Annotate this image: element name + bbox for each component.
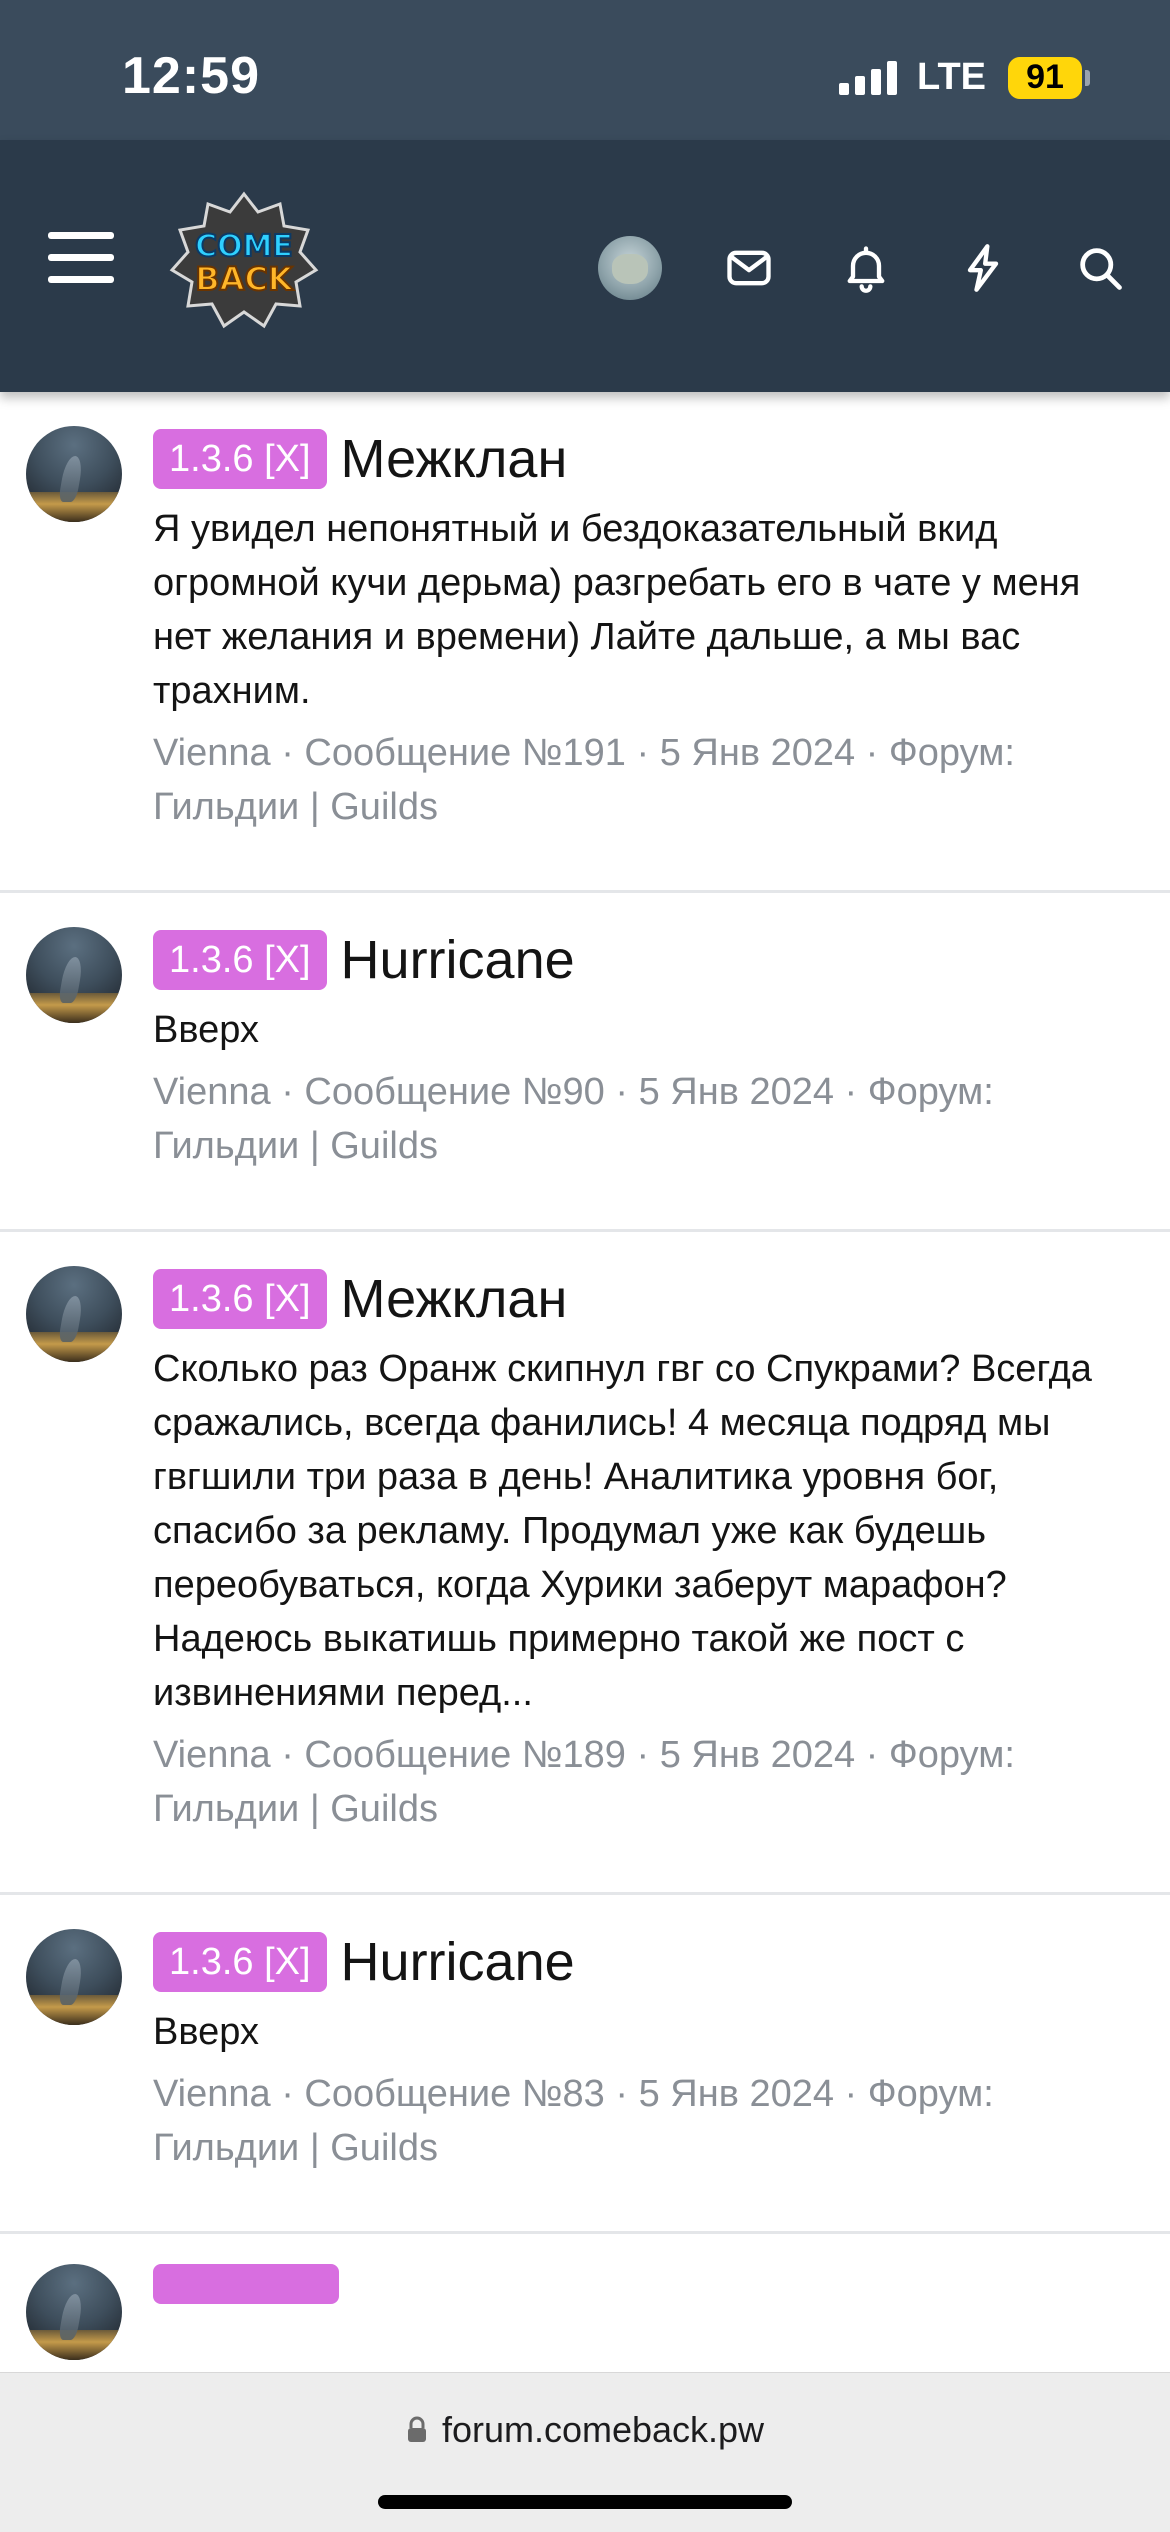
thread-prefix-label[interactable] xyxy=(153,2264,339,2304)
envelope-icon xyxy=(727,250,771,286)
post-meta: Vienna · Сообщение №90 · 5 Янв 2024 · Фо… xyxy=(153,1065,1125,1173)
author-link[interactable]: Vienna xyxy=(153,2073,271,2115)
menu-icon-bar xyxy=(48,276,114,283)
alerts-button[interactable] xyxy=(836,238,896,298)
meta-separator: · xyxy=(270,1071,305,1113)
user-avatar[interactable] xyxy=(598,236,662,300)
search-button[interactable] xyxy=(1070,238,1130,298)
list-item[interactable]: 1.3.6 [X] Hurricane Вверх Vienna · Сообщ… xyxy=(0,893,1170,1232)
battery-tip xyxy=(1085,69,1090,86)
menu-button[interactable] xyxy=(48,232,114,288)
status-indicators: LTE 91 xyxy=(839,56,1090,99)
thread-prefix-label[interactable]: 1.3.6 [X] xyxy=(153,429,327,489)
home-indicator[interactable] xyxy=(378,2495,792,2509)
search-icon xyxy=(1080,248,1122,290)
battery-level: 91 xyxy=(1008,56,1082,99)
avatar[interactable] xyxy=(26,1929,122,2025)
meta-separator: · xyxy=(834,2073,868,2115)
list-item[interactable]: 1.3.6 [X] Hurricane Вверх Vienna · Сообщ… xyxy=(0,1895,1170,2234)
forum-link[interactable]: Гильдии | Guilds xyxy=(153,1125,438,1167)
thread-prefix-label[interactable]: 1.3.6 [X] xyxy=(153,1269,327,1329)
battery-icon: 91 xyxy=(1008,56,1090,99)
post-snippet: Вверх xyxy=(153,1009,259,1051)
message-link[interactable]: Сообщение №191 xyxy=(304,732,626,774)
author-link[interactable]: Vienna xyxy=(153,1071,271,1113)
meta-separator: · xyxy=(834,1071,868,1113)
forum-label: Форум: xyxy=(867,1071,994,1113)
thread-title-link[interactable]: Межклан xyxy=(341,1268,568,1330)
thread-title-link[interactable]: Hurricane xyxy=(341,929,575,991)
list-item[interactable]: 1.3.6 [X] Межклан Я увидел непонятный и … xyxy=(0,392,1170,893)
thread-title-link[interactable]: Межклан xyxy=(341,428,568,490)
logo-text-bottom: BACK xyxy=(195,260,294,298)
post-date: 5 Янв 2024 xyxy=(659,1734,856,1776)
url-text: forum.comeback.pw xyxy=(441,2409,765,2450)
forum-label: Форум: xyxy=(888,732,1015,774)
forum-link[interactable]: Гильдии | Guilds xyxy=(153,2127,438,2169)
meta-separator: · xyxy=(855,732,889,774)
post-meta: Vienna · Сообщение №191 · 5 Янв 2024 · Ф… xyxy=(153,726,1125,834)
meta-separator: · xyxy=(270,2073,305,2115)
meta-separator: · xyxy=(604,2073,639,2115)
url-display[interactable]: forum.comeback.pw xyxy=(0,2409,1170,2451)
menu-icon-bar xyxy=(48,232,114,239)
author-link[interactable]: Vienna xyxy=(153,1734,271,1776)
thread-title-link[interactable]: Hurricane xyxy=(341,1931,575,1993)
inbox-button[interactable] xyxy=(719,238,779,298)
forum-link[interactable]: Гильдии | Guilds xyxy=(153,1788,438,1830)
thread-title-row: 1.3.6 [X] Межклан xyxy=(153,424,1130,494)
author-link[interactable]: Vienna xyxy=(153,732,271,774)
status-time: 12:59 xyxy=(122,47,260,105)
meta-separator: · xyxy=(625,1734,660,1776)
lightning-icon xyxy=(967,244,999,292)
meta-separator: · xyxy=(270,732,305,774)
post-snippet: Сколько раз Оранж скипнул гвг со Спукрам… xyxy=(153,1348,1092,1714)
meta-separator: · xyxy=(270,1734,305,1776)
post-snippet: Я увидел непонятный и бездоказательный в… xyxy=(153,508,1081,712)
signal-icon xyxy=(839,60,898,95)
thread-title-row: 1.3.6 [X] Hurricane xyxy=(153,925,1130,995)
browser-address-bar[interactable]: forum.comeback.pw xyxy=(0,2372,1170,2532)
search-results-list: 1.3.6 [X] Межклан Я увидел непонятный и … xyxy=(0,392,1170,2360)
post-date: 5 Янв 2024 xyxy=(638,1071,834,1113)
meta-separator: · xyxy=(625,732,660,774)
thread-title-row: 1.3.6 [X] Hurricane xyxy=(153,1927,1130,1997)
page: 12:59 LTE 91 COME BACK 1.3.6 [X] Межклан… xyxy=(0,0,1170,2532)
post-date: 5 Янв 2024 xyxy=(638,2073,834,2115)
message-link[interactable]: Сообщение №90 xyxy=(304,1071,604,1113)
message-link[interactable]: Сообщение №189 xyxy=(304,1734,626,1776)
meta-separator: · xyxy=(855,1734,889,1776)
bell-icon xyxy=(847,246,885,293)
avatar[interactable] xyxy=(26,2264,122,2360)
whats-new-button[interactable] xyxy=(953,238,1013,298)
thread-title-row: 1.3.6 [X] Межклан xyxy=(153,1264,1130,1334)
post-date: 5 Янв 2024 xyxy=(659,732,856,774)
avatar[interactable] xyxy=(26,1266,122,1362)
forum-link[interactable]: Гильдии | Guilds xyxy=(153,786,438,828)
post-snippet: Вверх xyxy=(153,2011,259,2053)
message-link[interactable]: Сообщение №83 xyxy=(304,2073,604,2115)
thread-prefix-label[interactable]: 1.3.6 [X] xyxy=(153,930,327,990)
list-item[interactable]: 1.3.6 [X] Межклан Сколько раз Оранж скип… xyxy=(0,1232,1170,1895)
status-bar: 12:59 LTE 91 xyxy=(0,0,1170,140)
avatar[interactable] xyxy=(26,426,122,522)
menu-icon-bar xyxy=(48,254,114,261)
post-meta: Vienna · Сообщение №83 · 5 Янв 2024 · Фо… xyxy=(153,2067,1125,2175)
thread-prefix-label[interactable]: 1.3.6 [X] xyxy=(153,1932,327,1992)
avatar[interactable] xyxy=(26,927,122,1023)
list-item-partial[interactable] xyxy=(0,2234,1170,2360)
logo-text-top: COME xyxy=(195,229,293,264)
post-meta: Vienna · Сообщение №189 · 5 Янв 2024 · Ф… xyxy=(153,1728,1125,1836)
forum-label: Форум: xyxy=(867,2073,994,2115)
header-actions xyxy=(598,236,1130,300)
meta-separator: · xyxy=(604,1071,639,1113)
lock-icon xyxy=(406,2416,428,2444)
forum-label: Форум: xyxy=(888,1734,1015,1776)
app-header: COME BACK xyxy=(0,140,1170,392)
network-type: LTE xyxy=(917,56,986,98)
site-logo[interactable]: COME BACK xyxy=(168,190,320,330)
